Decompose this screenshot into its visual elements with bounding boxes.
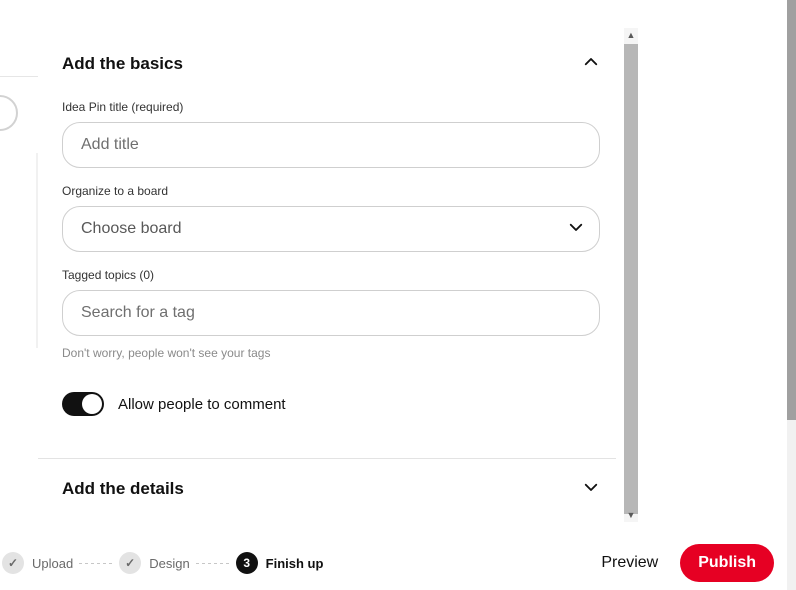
field-tags-label: Tagged topics (0) — [62, 268, 600, 282]
chevron-down-icon — [582, 478, 600, 501]
check-icon: ✓ — [119, 552, 141, 574]
check-icon: ✓ — [2, 552, 24, 574]
step-separator — [196, 563, 230, 564]
field-title-label: Idea Pin title (required) — [62, 100, 600, 114]
toggle-knob-icon — [82, 394, 102, 414]
browser-scrollbar[interactable] — [787, 0, 796, 590]
field-tags: Tagged topics (0) Don't worry, people wo… — [62, 268, 600, 360]
stepper: ✓ Upload ✓ Design 3 Finish up — [2, 552, 323, 574]
section-details: Add the details — [62, 469, 600, 509]
title-input[interactable] — [62, 122, 600, 168]
step-design-label: Design — [149, 556, 189, 571]
field-title: Idea Pin title (required) — [62, 100, 600, 168]
comments-toggle-row: Allow people to comment — [62, 392, 600, 416]
comments-toggle[interactable] — [62, 392, 104, 416]
section-details-header[interactable]: Add the details — [62, 469, 600, 509]
comments-toggle-label: Allow people to comment — [118, 396, 286, 413]
footer-bar: ✓ Upload ✓ Design 3 Finish up Preview Pu… — [0, 536, 786, 590]
chevron-down-icon[interactable]: ▼ — [624, 508, 638, 522]
step-design[interactable]: ✓ Design — [119, 552, 189, 574]
section-details-title: Add the details — [62, 479, 184, 499]
step-finish-up[interactable]: 3 Finish up — [236, 552, 324, 574]
canvas-handle-icon — [0, 95, 18, 131]
step-separator — [79, 563, 113, 564]
footer-actions: Preview Publish — [601, 544, 774, 582]
section-basics-header[interactable]: Add the basics — [62, 44, 600, 84]
board-select-value: Choose board — [81, 220, 182, 238]
step-finish-up-label: Finish up — [266, 556, 324, 571]
field-board-label: Organize to a board — [62, 184, 600, 198]
step-upload[interactable]: ✓ Upload — [2, 552, 73, 574]
chevron-down-icon — [567, 218, 585, 241]
publish-button[interactable]: Publish — [680, 544, 774, 582]
board-select[interactable]: Choose board — [62, 206, 600, 252]
step-upload-label: Upload — [32, 556, 73, 571]
tags-input[interactable] — [62, 290, 600, 336]
section-basics-title: Add the basics — [62, 54, 183, 74]
field-tags-hint: Don't worry, people won't see your tags — [62, 346, 600, 360]
settings-panel: ▲ ▼ Add the basics Idea Pin title (requi… — [38, 20, 638, 530]
section-basics: Add the basics Idea Pin title (required)… — [62, 44, 600, 444]
panel-scrollbar[interactable]: ▲ ▼ — [624, 28, 638, 522]
preview-button[interactable]: Preview — [601, 554, 658, 572]
panel-scrollbar-thumb[interactable] — [624, 44, 638, 514]
section-divider — [38, 458, 616, 459]
chevron-up-icon — [582, 53, 600, 76]
field-board: Organize to a board Choose board — [62, 184, 600, 252]
browser-scrollbar-thumb[interactable] — [787, 0, 796, 420]
step-number-badge: 3 — [236, 552, 258, 574]
chevron-up-icon[interactable]: ▲ — [624, 28, 638, 42]
